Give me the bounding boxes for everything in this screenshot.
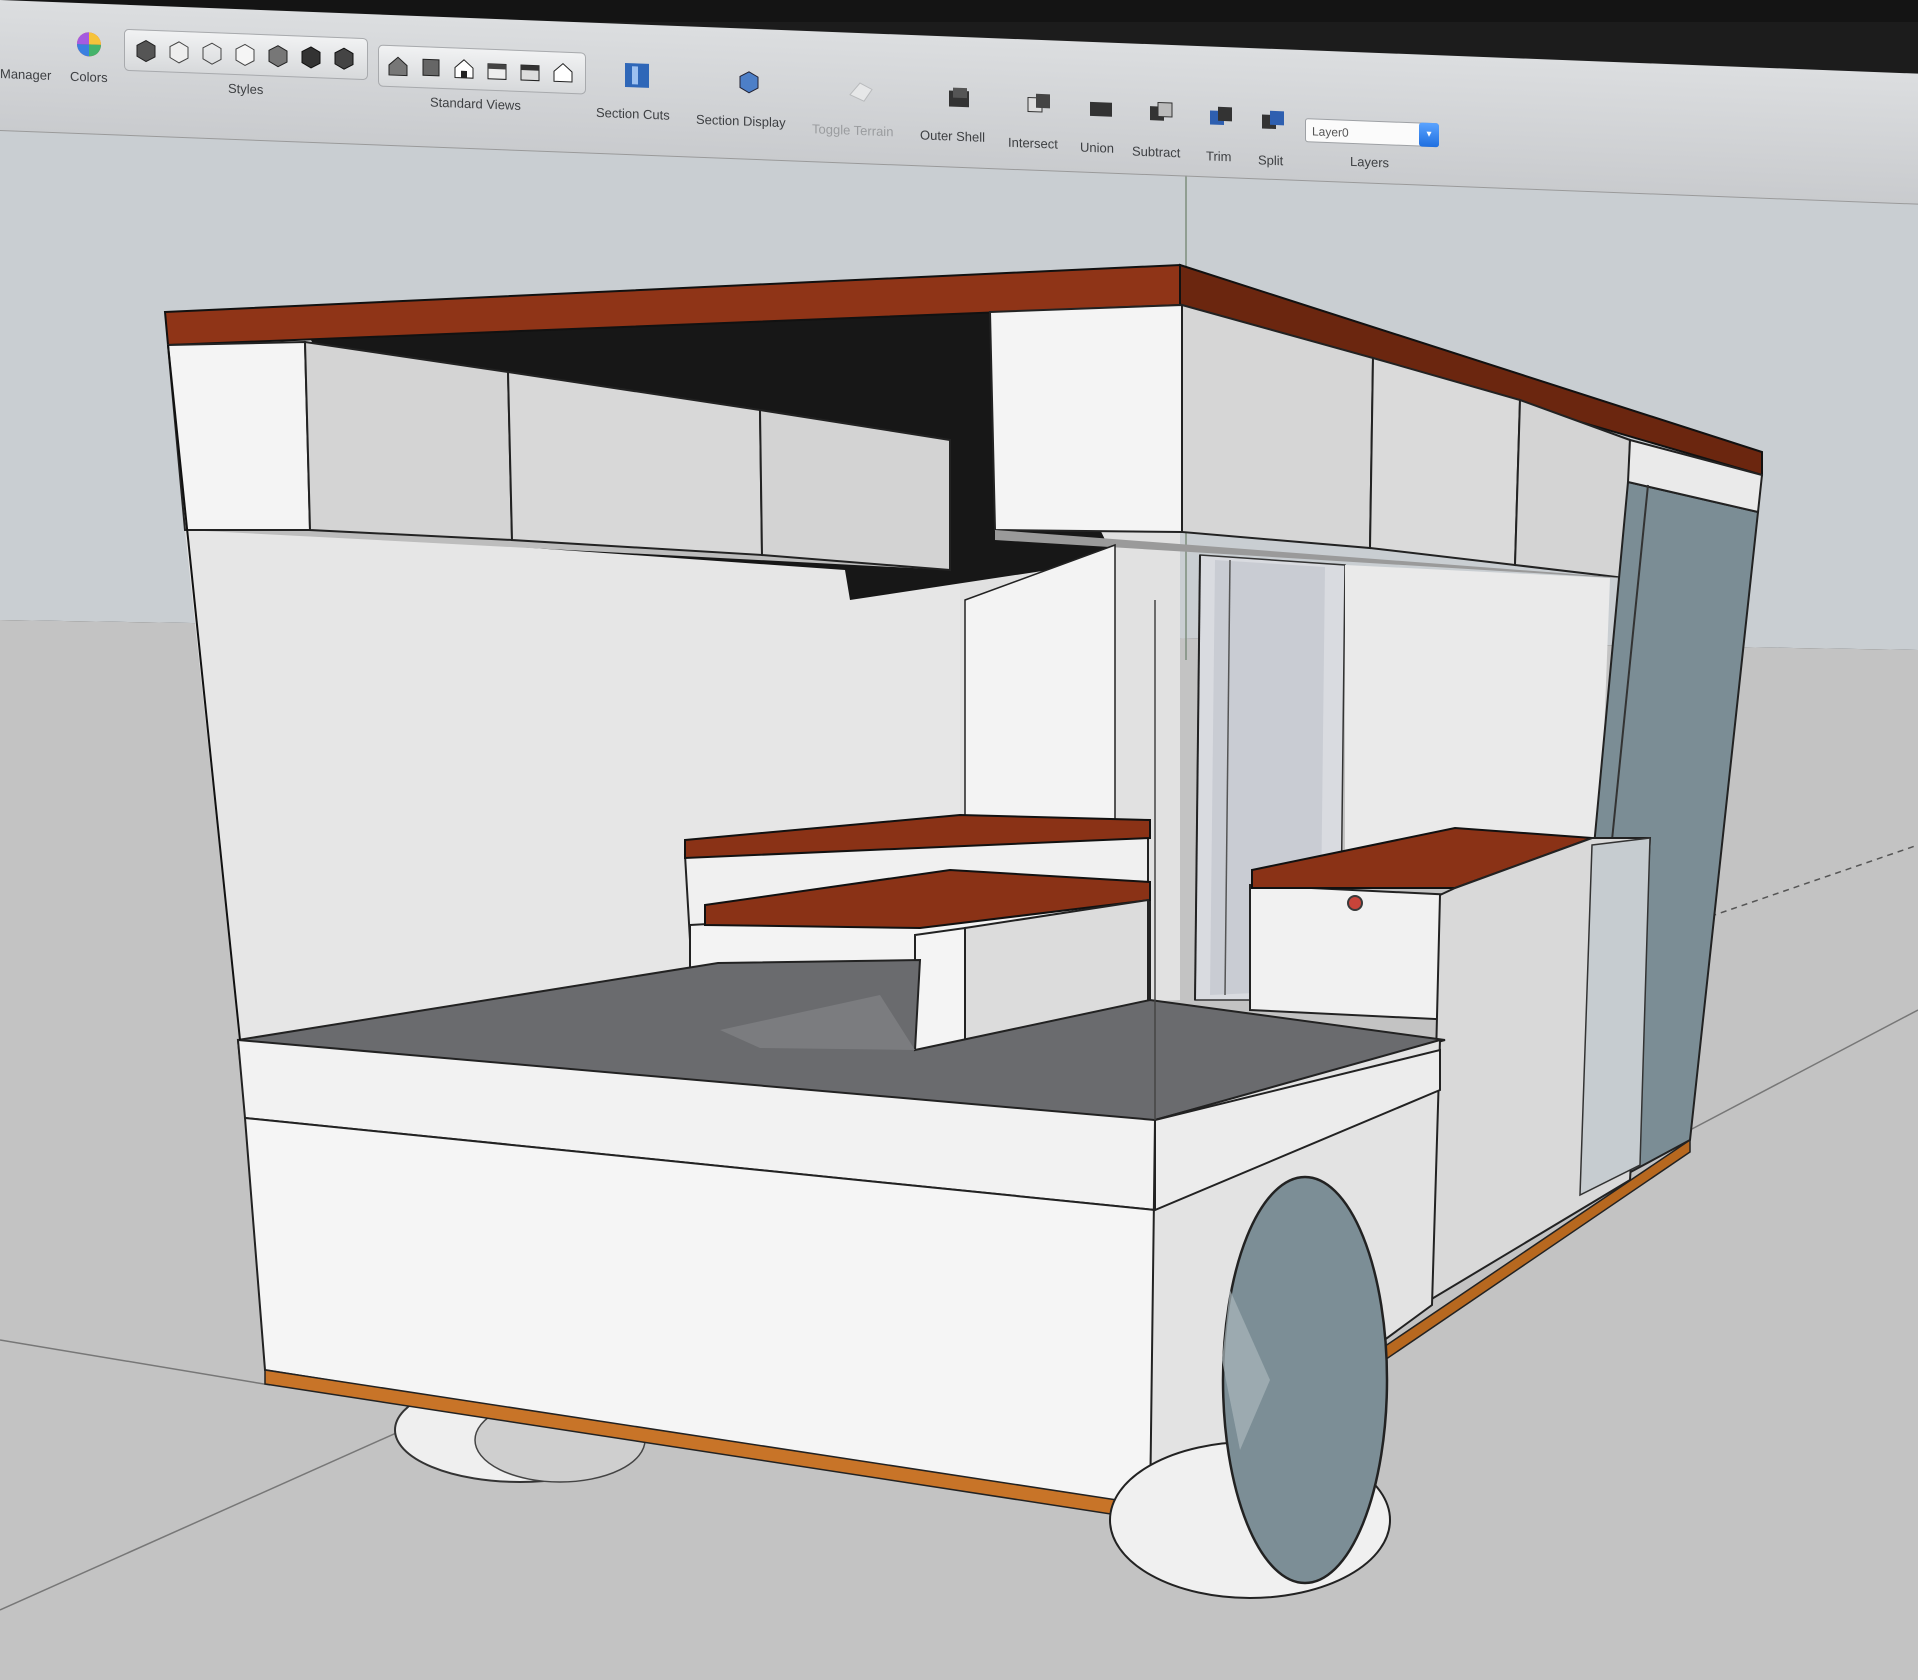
outer-shell-label: Outer Shell (920, 127, 986, 145)
house-view-icon (553, 62, 573, 83)
solid-tool-icon (949, 87, 969, 108)
style-cube-icon (169, 41, 189, 64)
style-hiddenline-button[interactable] (230, 39, 260, 70)
union-button[interactable] (1086, 93, 1116, 124)
view-top-button[interactable] (416, 52, 446, 83)
subtract-button[interactable] (1146, 97, 1176, 128)
cursor-crosshair-icon (1347, 895, 1363, 911)
upper-cabinet-right-end (988, 303, 1183, 534)
style-xray-button[interactable] (131, 35, 161, 66)
solid-tool-icon (1210, 106, 1232, 126)
style-cube-icon (334, 47, 354, 70)
subtract-label: Subtract (1132, 143, 1181, 161)
upper-cabinet-left-end (166, 340, 312, 531)
layers-label: Layers (1350, 153, 1390, 171)
view-back-button[interactable] (515, 56, 545, 87)
solid-tool-icon (1027, 93, 1050, 113)
house-view-icon (422, 58, 440, 77)
standard-views-group (378, 44, 586, 95)
style-cube-icon (136, 40, 156, 63)
style-backedges-button[interactable] (164, 36, 194, 67)
standard-views-label: Standard Views (430, 94, 521, 114)
intersect-button[interactable] (1024, 88, 1054, 119)
chevron-down-icon: ▾ (1419, 122, 1439, 148)
style-cube-icon (235, 43, 255, 66)
house-view-icon (454, 59, 474, 79)
styles-label: Styles (228, 80, 264, 98)
view-left-button[interactable] (548, 57, 578, 88)
view-right-button[interactable] (482, 55, 512, 86)
solid-tool-icon (1090, 101, 1112, 117)
fridge-edge (1579, 837, 1651, 1197)
manager-label: Manager (0, 66, 52, 83)
colors-button[interactable] (74, 29, 104, 60)
house-view-icon (487, 63, 507, 80)
section-cuts-button[interactable] (622, 60, 652, 91)
seat-front-face (914, 926, 966, 1052)
styles-group (124, 28, 368, 81)
section-cuts-label: Section Cuts (596, 104, 670, 123)
section-display-button[interactable] (734, 66, 764, 97)
layer-dropdown[interactable]: Layer0 ▾ (1305, 118, 1439, 148)
intersect-label: Intersect (1008, 134, 1058, 152)
style-cube-icon (202, 42, 222, 65)
solid-tool-icon (1150, 101, 1173, 121)
modeling-viewport[interactable] (0, 0, 1918, 1680)
union-label: Union (1080, 139, 1114, 156)
split-label: Split (1258, 152, 1284, 169)
section-display-label: Section Display (696, 111, 786, 131)
color-wheel-icon (77, 32, 101, 57)
section-plane-icon (625, 63, 649, 88)
style-textures-button[interactable] (296, 41, 326, 72)
terrain-icon (849, 82, 873, 102)
split-button[interactable] (1258, 105, 1288, 136)
model-canvas[interactable] (0, 0, 1918, 1680)
house-view-icon (520, 64, 540, 82)
trim-label: Trim (1206, 148, 1232, 165)
style-cube-icon (268, 45, 288, 68)
style-monochrome-button[interactable] (329, 43, 359, 74)
layer-dropdown-value: Layer0 (1312, 124, 1349, 140)
outer-shell-button[interactable] (944, 82, 974, 113)
toggle-terrain-label: Toggle Terrain (812, 121, 894, 140)
toggle-terrain-button[interactable] (846, 75, 876, 106)
section-plane-icon (739, 71, 759, 94)
style-cube-icon (301, 46, 321, 69)
colors-label: Colors (70, 68, 108, 86)
view-front-button[interactable] (449, 53, 479, 84)
view-iso-button[interactable] (383, 51, 413, 82)
upper-cabinet-door (303, 340, 514, 542)
solid-tool-icon (1262, 110, 1284, 130)
style-wireframe-button[interactable] (197, 38, 227, 69)
trim-button[interactable] (1206, 101, 1236, 132)
style-shaded-button[interactable] (263, 40, 293, 71)
house-view-icon (388, 56, 408, 77)
interior-wall-right (1345, 565, 1610, 870)
